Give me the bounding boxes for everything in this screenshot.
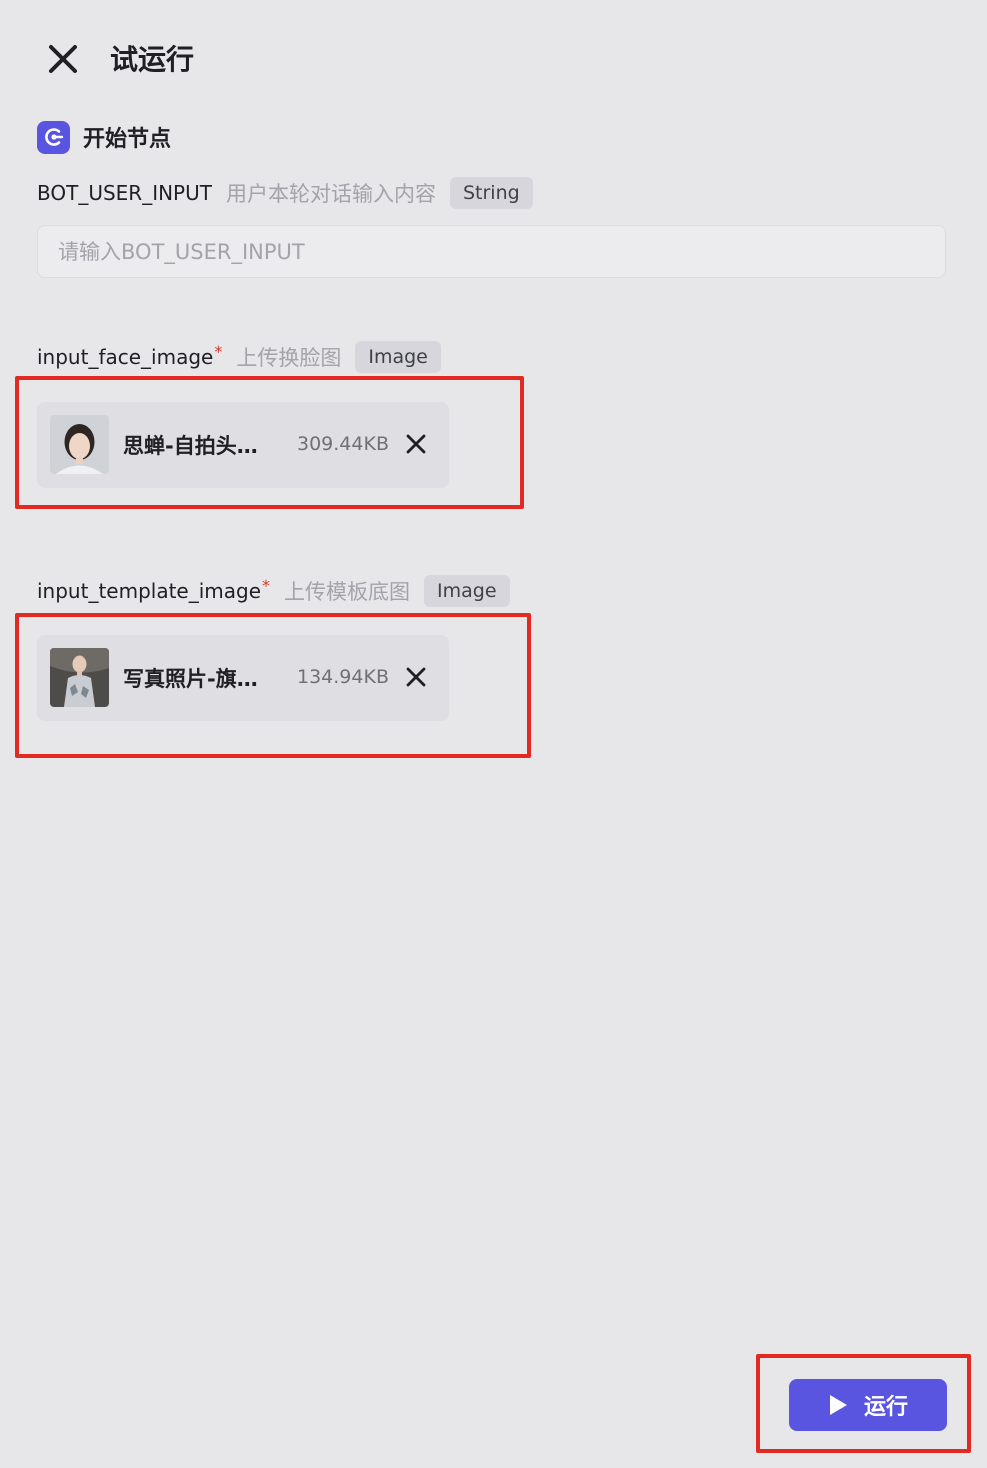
- param-description: 上传模板底图: [284, 580, 411, 604]
- start-node-title: 开始节点: [83, 127, 172, 152]
- highlight-box-run-button: [756, 1354, 971, 1453]
- close-icon[interactable]: [44, 40, 82, 78]
- type-tag: Image: [355, 341, 441, 373]
- param-bot-user-input: BOT_USER_INPUT 用户本轮对话输入内容 String: [37, 176, 533, 210]
- highlight-box-face-image: [15, 376, 524, 509]
- page-title: 试运行: [110, 43, 195, 76]
- param-input-template-image: input_template_image * 上传模板底图 Image: [37, 574, 510, 608]
- type-tag: String: [449, 177, 533, 209]
- required-marker: *: [214, 341, 223, 361]
- param-name: input_face_image: [37, 345, 214, 369]
- param-description: 上传换脸图: [236, 346, 342, 370]
- param-input-face-image: input_face_image * 上传换脸图 Image: [37, 340, 441, 374]
- param-name: BOT_USER_INPUT: [37, 181, 212, 205]
- type-tag: Image: [424, 575, 510, 607]
- required-marker: *: [262, 575, 271, 595]
- param-name: input_template_image: [37, 579, 262, 603]
- param-description: 用户本轮对话输入内容: [225, 182, 436, 206]
- panel-header: 试运行: [0, 0, 987, 120]
- highlight-box-template-image: [15, 613, 531, 758]
- bot-user-input-field[interactable]: [37, 225, 946, 278]
- start-node-header: 开始节点: [37, 120, 171, 154]
- start-node-icon: [37, 120, 70, 154]
